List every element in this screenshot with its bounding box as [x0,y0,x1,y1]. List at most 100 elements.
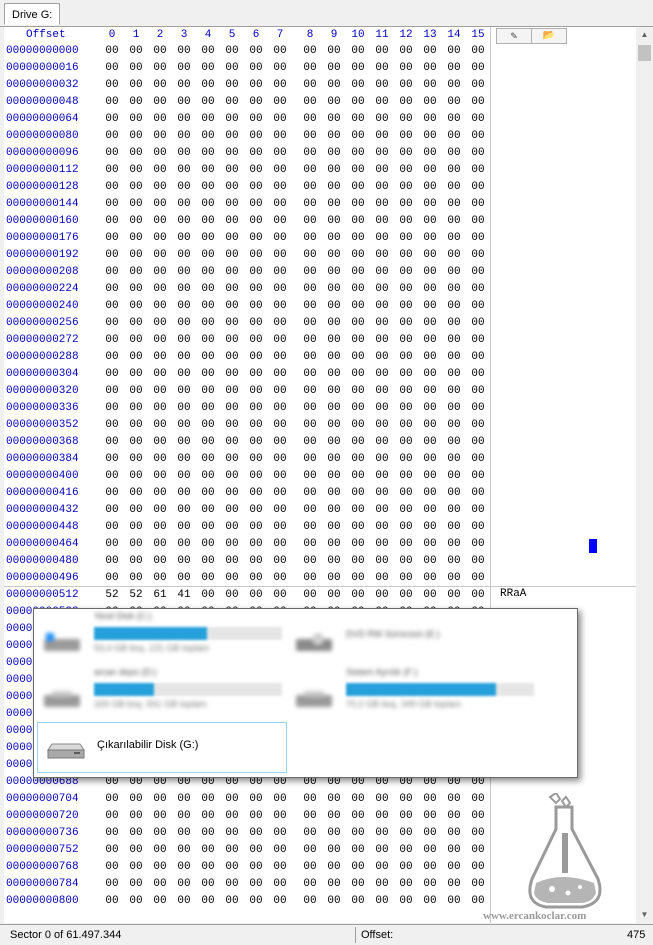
hex-byte[interactable]: 00 [372,162,392,179]
hex-byte[interactable]: 00 [444,536,464,553]
hex-byte[interactable]: 00 [372,825,392,842]
hex-byte[interactable]: 00 [102,519,122,536]
hex-byte[interactable]: 00 [150,332,170,349]
hex-byte[interactable]: 00 [348,213,368,230]
hex-byte[interactable]: 00 [348,315,368,332]
hex-byte[interactable]: 00 [222,213,242,230]
hex-byte[interactable]: 00 [174,247,194,264]
folder-search-icon[interactable]: 📂 [531,28,567,44]
hex-byte[interactable]: 00 [372,332,392,349]
hex-byte[interactable]: 00 [324,349,344,366]
hex-byte[interactable]: 00 [198,502,218,519]
hex-byte[interactable]: 00 [222,247,242,264]
hex-byte[interactable]: 00 [102,468,122,485]
hex-byte[interactable]: 00 [420,213,440,230]
hex-byte[interactable]: 00 [420,536,440,553]
hex-byte[interactable]: 00 [198,315,218,332]
hex-byte[interactable]: 00 [246,162,266,179]
hex-byte[interactable]: 00 [126,553,146,570]
hex-byte[interactable]: 00 [372,570,392,587]
hex-byte[interactable]: 00 [324,519,344,536]
hex-byte[interactable]: 00 [246,808,266,825]
hex-byte[interactable]: 00 [102,485,122,502]
hex-byte[interactable]: 00 [372,179,392,196]
hex-byte[interactable]: 00 [444,247,464,264]
hex-byte[interactable]: 00 [174,485,194,502]
hex-byte[interactable]: 00 [300,859,320,876]
hex-byte[interactable]: 00 [150,825,170,842]
hex-byte[interactable]: 00 [420,417,440,434]
hex-byte[interactable]: 00 [270,247,290,264]
hex-byte[interactable]: 00 [150,315,170,332]
hex-byte[interactable]: 00 [198,230,218,247]
hex-byte[interactable]: 00 [150,145,170,162]
hex-byte[interactable]: 00 [444,162,464,179]
hex-byte[interactable]: 00 [246,570,266,587]
hex-byte[interactable]: 00 [444,145,464,162]
hex-byte[interactable]: 00 [126,43,146,60]
hex-byte[interactable]: 00 [150,349,170,366]
hex-byte[interactable]: 00 [222,570,242,587]
hex-byte[interactable]: 00 [270,893,290,910]
hex-byte[interactable]: 00 [300,417,320,434]
hex-byte[interactable]: 00 [324,230,344,247]
hex-byte[interactable]: 00 [300,400,320,417]
hex-byte[interactable]: 00 [444,502,464,519]
tab-drive-g[interactable]: Drive G: [4,3,61,25]
hex-byte[interactable]: 00 [198,400,218,417]
hex-byte[interactable]: 00 [468,842,488,859]
hex-byte[interactable]: 00 [198,434,218,451]
hex-byte[interactable]: 00 [324,332,344,349]
hex-byte[interactable]: 00 [270,842,290,859]
hex-byte[interactable]: 00 [246,60,266,77]
hex-byte[interactable]: 00 [198,349,218,366]
hex-byte[interactable]: 00 [396,213,416,230]
hex-byte[interactable]: 00 [468,587,488,604]
hex-byte[interactable]: 00 [150,196,170,213]
hex-byte[interactable]: 00 [270,213,290,230]
hex-byte[interactable]: 00 [420,400,440,417]
hex-byte[interactable]: 00 [222,315,242,332]
hex-byte[interactable]: 00 [102,43,122,60]
hex-byte[interactable]: 00 [150,434,170,451]
hex-byte[interactable]: 00 [468,791,488,808]
hex-byte[interactable]: 00 [174,791,194,808]
hex-byte[interactable]: 00 [348,247,368,264]
hex-byte[interactable]: 00 [174,383,194,400]
hex-byte[interactable]: 00 [468,808,488,825]
hex-byte[interactable]: 00 [396,893,416,910]
hex-byte[interactable]: 00 [324,400,344,417]
hex-byte[interactable]: 00 [150,383,170,400]
hex-byte[interactable]: 00 [300,434,320,451]
hex-byte[interactable]: 00 [246,213,266,230]
hex-byte[interactable]: 00 [246,94,266,111]
hex-byte[interactable]: 00 [246,587,266,604]
hex-byte[interactable]: 00 [396,502,416,519]
hex-byte[interactable]: 00 [372,247,392,264]
hex-byte[interactable]: 00 [324,485,344,502]
hex-byte[interactable]: 00 [174,519,194,536]
hex-byte[interactable]: 00 [324,145,344,162]
hex-byte[interactable]: 00 [198,791,218,808]
hex-byte[interactable]: 00 [198,111,218,128]
hex-byte[interactable]: 00 [222,383,242,400]
hex-byte[interactable]: 00 [270,876,290,893]
hex-byte[interactable]: 00 [420,247,440,264]
hex-byte[interactable]: 00 [102,451,122,468]
hex-byte[interactable]: 00 [420,876,440,893]
hex-byte[interactable]: 00 [198,468,218,485]
hex-byte[interactable]: 00 [396,434,416,451]
hex-byte[interactable]: 00 [444,94,464,111]
hex-byte[interactable]: 00 [468,111,488,128]
hex-byte[interactable]: 00 [198,876,218,893]
hex-byte[interactable]: 00 [348,519,368,536]
hex-byte[interactable]: 00 [300,553,320,570]
hex-byte[interactable]: 00 [372,808,392,825]
hex-byte[interactable]: 00 [174,570,194,587]
hex-byte[interactable]: 00 [126,298,146,315]
hex-byte[interactable]: 00 [444,553,464,570]
hex-byte[interactable]: 00 [126,349,146,366]
hex-byte[interactable]: 00 [174,60,194,77]
hex-byte[interactable]: 00 [198,94,218,111]
hex-byte[interactable]: 00 [150,893,170,910]
